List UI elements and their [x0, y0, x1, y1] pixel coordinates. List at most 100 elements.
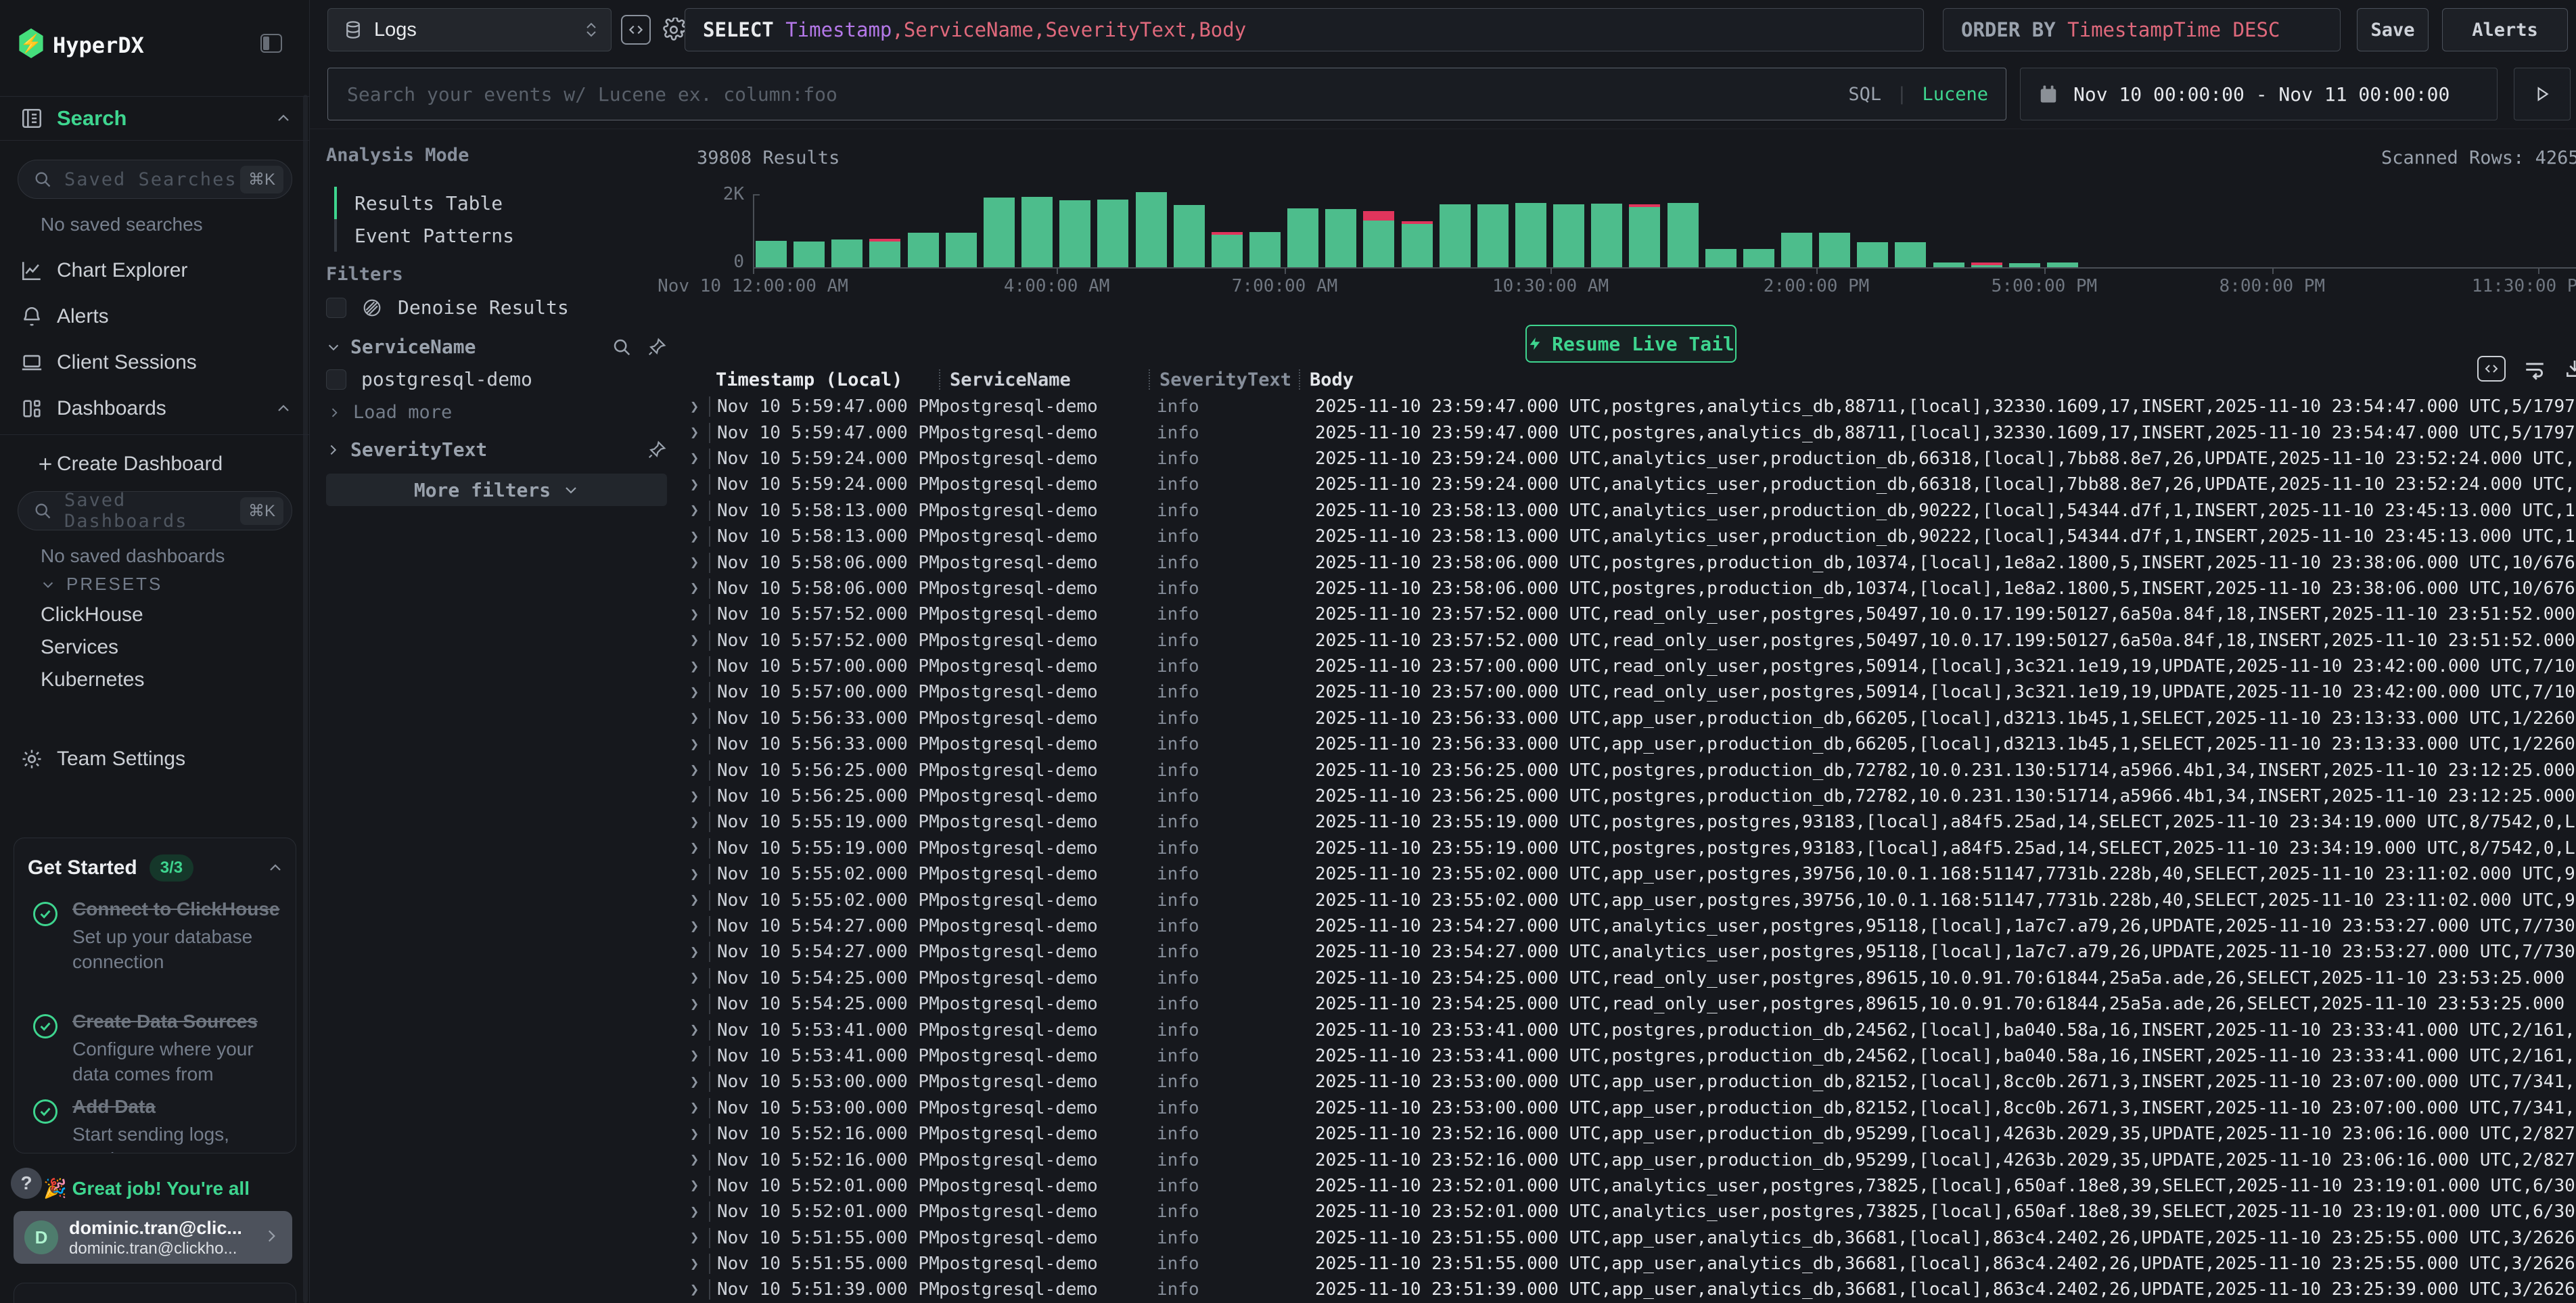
row-expand-icon[interactable]: ❯	[683, 1177, 709, 1194]
row-expand-icon[interactable]: ❯	[683, 788, 709, 805]
row-expand-icon[interactable]: ❯	[683, 398, 709, 415]
row-expand-icon[interactable]: ❯	[683, 1151, 709, 1168]
histogram-bar[interactable]	[2047, 262, 2078, 267]
row-expand-icon[interactable]: ❯	[683, 1126, 709, 1143]
sidebar-item-alerts[interactable]: Alerts	[0, 299, 309, 334]
sidebar-item-client-sessions[interactable]: Client Sessions	[0, 345, 309, 380]
row-expand-icon[interactable]: ❯	[683, 450, 709, 467]
create-dashboard-button[interactable]: Create Dashboard	[0, 447, 309, 482]
histogram-bar[interactable]	[1857, 242, 1888, 267]
histogram-bar[interactable]	[756, 241, 787, 267]
denoise-filter-row[interactable]: Denoise Results	[326, 296, 569, 319]
row-expand-icon[interactable]: ❯	[683, 1022, 709, 1038]
table-row[interactable]: ❯Nov 10 5:55:19.000 PMpostgresql-demoinf…	[683, 809, 2576, 835]
histogram-bar[interactable]	[1363, 211, 1394, 267]
user-menu[interactable]: D dominic.tran@clic... dominic.tran@clic…	[14, 1211, 292, 1264]
table-row[interactable]: ❯Nov 10 5:59:24.000 PMpostgresql-demoinf…	[683, 446, 2576, 472]
alerts-button[interactable]: Alerts	[2442, 8, 2568, 51]
servicename-value-row[interactable]: postgresql-demo	[326, 368, 532, 390]
table-row[interactable]: ❯Nov 10 5:54:25.000 PMpostgresql-demoinf…	[683, 965, 2576, 991]
table-row[interactable]: ❯Nov 10 5:58:13.000 PMpostgresql-demoinf…	[683, 498, 2576, 524]
table-row[interactable]: ❯Nov 10 5:54:27.000 PMpostgresql-demoinf…	[683, 939, 2576, 965]
histogram-bar[interactable]	[2009, 263, 2040, 267]
histogram-bar[interactable]	[1325, 209, 1356, 267]
date-range-picker[interactable]: Nov 10 00:00:00 - Nov 11 00:00:00	[2020, 68, 2498, 120]
histogram-bar[interactable]	[1553, 204, 1584, 267]
table-row[interactable]: ❯Nov 10 5:54:25.000 PMpostgresql-demoinf…	[683, 991, 2576, 1017]
preset-kubernetes[interactable]: Kubernetes	[41, 668, 144, 691]
histogram-bar[interactable]	[1212, 232, 1243, 267]
filter-group-severitytext[interactable]: SeverityText	[326, 438, 667, 461]
histogram-bar[interactable]	[1705, 249, 1736, 267]
histogram-bar[interactable]	[1021, 197, 1053, 267]
row-expand-icon[interactable]: ❯	[683, 918, 709, 935]
row-expand-icon[interactable]: ❯	[683, 580, 709, 597]
row-expand-icon[interactable]: ❯	[683, 658, 709, 675]
chevron-up-icon[interactable]	[275, 401, 292, 417]
row-expand-icon[interactable]: ❯	[683, 996, 709, 1013]
row-expand-icon[interactable]: ❯	[683, 1047, 709, 1064]
histogram-bar[interactable]	[1971, 262, 2002, 267]
resume-live-tail-button[interactable]: Resume Live Tail	[1525, 325, 1736, 363]
row-expand-icon[interactable]: ❯	[683, 762, 709, 779]
row-expand-icon[interactable]: ❯	[683, 528, 709, 545]
row-expand-icon[interactable]: ❯	[683, 969, 709, 986]
presets-section[interactable]: PRESETS	[41, 574, 162, 595]
row-expand-icon[interactable]: ❯	[683, 424, 709, 441]
histogram-bar[interactable]	[908, 233, 939, 267]
run-query-button[interactable]	[2514, 68, 2571, 120]
table-row[interactable]: ❯Nov 10 5:52:16.000 PMpostgresql-demoinf…	[683, 1147, 2576, 1172]
events-histogram[interactable]	[753, 191, 2576, 267]
get-started-item[interactable]: Connect to ClickHouse Set up your databa…	[30, 896, 282, 974]
table-row[interactable]: ❯Nov 10 5:56:25.000 PMpostgresql-demoinf…	[683, 757, 2576, 783]
row-expand-icon[interactable]: ❯	[683, 1281, 709, 1298]
load-more-button[interactable]: Load more	[327, 402, 452, 423]
row-expand-icon[interactable]: ❯	[683, 736, 709, 753]
table-row[interactable]: ❯Nov 10 5:59:47.000 PMpostgresql-demoinf…	[683, 419, 2576, 445]
table-row[interactable]: ❯Nov 10 5:53:00.000 PMpostgresql-demoinf…	[683, 1095, 2576, 1121]
saved-dashboards-input[interactable]: Saved Dashboards ⌘K	[18, 491, 292, 530]
histogram-bar[interactable]	[1629, 204, 1660, 267]
source-select[interactable]: Logs	[327, 8, 612, 51]
table-row[interactable]: ❯Nov 10 5:57:52.000 PMpostgresql-demoinf…	[683, 628, 2576, 654]
sidebar-collapse-icon[interactable]	[260, 34, 282, 53]
table-row[interactable]: ❯Nov 10 5:57:52.000 PMpostgresql-demoinf…	[683, 601, 2576, 627]
table-row[interactable]: ❯Nov 10 5:59:24.000 PMpostgresql-demoinf…	[683, 472, 2576, 497]
row-expand-icon[interactable]: ❯	[683, 892, 709, 909]
row-expand-icon[interactable]: ❯	[683, 1074, 709, 1091]
table-row[interactable]: ❯Nov 10 5:52:16.000 PMpostgresql-demoinf…	[683, 1121, 2576, 1147]
table-row[interactable]: ❯Nov 10 5:52:01.000 PMpostgresql-demoinf…	[683, 1173, 2576, 1199]
lucene-search-input[interactable]: Search your events w/ Lucene ex. column:…	[327, 68, 2006, 120]
saved-searches-input[interactable]: Saved Searches ⌘K	[18, 160, 292, 199]
table-row[interactable]: ❯Nov 10 5:51:55.000 PMpostgresql-demoinf…	[683, 1225, 2576, 1251]
histogram-bar[interactable]	[1743, 249, 1774, 267]
histogram-bar[interactable]	[1477, 204, 1509, 267]
histogram-bar[interactable]	[1933, 262, 1964, 267]
row-expand-icon[interactable]: ❯	[683, 606, 709, 623]
histogram-bar[interactable]	[946, 233, 977, 267]
table-row[interactable]: ❯Nov 10 5:59:47.000 PMpostgresql-demoinf…	[683, 394, 2576, 419]
table-row[interactable]: ❯Nov 10 5:53:41.000 PMpostgresql-demoinf…	[683, 1043, 2576, 1069]
table-row[interactable]: ❯Nov 10 5:58:06.000 PMpostgresql-demoinf…	[683, 549, 2576, 575]
row-expand-icon[interactable]: ❯	[683, 1204, 709, 1220]
pin-icon[interactable]	[647, 337, 667, 357]
col-severitytext[interactable]: SeverityText	[1150, 369, 1299, 390]
row-expand-icon[interactable]: ❯	[683, 1256, 709, 1273]
row-expand-icon[interactable]: ❯	[683, 502, 709, 519]
table-row[interactable]: ❯Nov 10 5:58:06.000 PMpostgresql-demoinf…	[683, 576, 2576, 601]
histogram-bar[interactable]	[794, 242, 825, 267]
col-servicename[interactable]: ServiceName	[940, 369, 1149, 390]
table-row[interactable]: ❯Nov 10 5:56:25.000 PMpostgresql-demoinf…	[683, 783, 2576, 809]
row-expand-icon[interactable]: ❯	[683, 554, 709, 571]
histogram-bar[interactable]	[869, 239, 900, 267]
table-row[interactable]: ❯Nov 10 5:51:55.000 PMpostgresql-demoinf…	[683, 1251, 2576, 1277]
row-expand-icon[interactable]: ❯	[683, 814, 709, 831]
row-expand-icon[interactable]: ❯	[683, 866, 709, 883]
get-started-item[interactable]: Add Data Start sending logs, metrics, or…	[30, 1094, 282, 1153]
table-row[interactable]: ❯Nov 10 5:53:41.000 PMpostgresql-demoinf…	[683, 1017, 2576, 1043]
row-expand-icon[interactable]: ❯	[683, 1229, 709, 1246]
histogram-bar[interactable]	[1249, 232, 1281, 267]
table-row[interactable]: ❯Nov 10 5:56:33.000 PMpostgresql-demoinf…	[683, 706, 2576, 731]
servicename-checkbox[interactable]	[326, 369, 346, 390]
more-filters-button[interactable]: More filters	[326, 474, 667, 506]
